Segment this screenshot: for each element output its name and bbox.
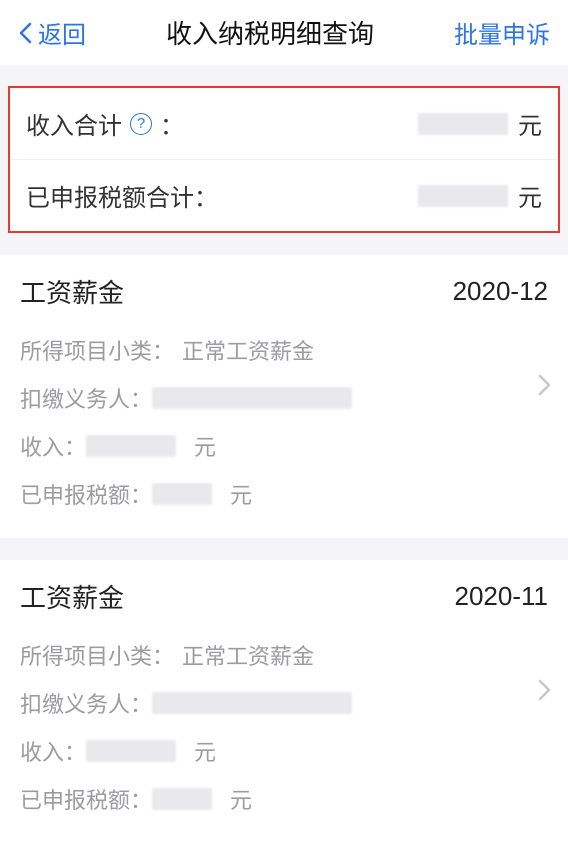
record-card[interactable]: 工资薪金 2020-11 所得项目小类： 正常工资薪金 扣缴义务人： 收入： 元… [0,560,568,843]
redacted-value [152,788,212,810]
summary-declared-row: 已申报税额合计： 元 [10,159,558,231]
card-title: 工资薪金 [20,273,124,310]
subtype-label: 所得项目小类： [20,639,174,671]
declared-unit: 元 [230,783,252,815]
batch-appeal-button[interactable]: 批量申诉 [454,15,550,50]
subtype-label: 所得项目小类： [20,334,174,366]
card-date: 2020-12 [453,276,548,307]
redacted-value [152,387,352,409]
redacted-value [152,483,212,505]
agent-label: 扣缴义务人： [20,687,152,719]
card-header: 工资薪金 2020-11 [20,578,548,615]
card-subtype-row: 所得项目小类： 正常工资薪金 [20,631,548,679]
redacted-value [418,113,508,135]
page-title: 收入纳税明细查询 [166,14,374,51]
colon: ： [160,106,184,141]
card-agent-row: 扣缴义务人： [20,374,548,422]
header-bar: 返回 收入纳税明细查询 批量申诉 [0,0,568,66]
income-unit: 元 [194,735,216,767]
card-declared-row: 已申报税额： 元 [20,775,548,823]
help-icon[interactable]: ? [130,113,152,135]
redacted-value [86,435,176,457]
card-agent-row: 扣缴义务人： [20,679,548,727]
card-income-row: 收入： 元 [20,422,548,470]
income-label: 收入： [20,430,86,462]
declared-label: 已申报税额： [20,478,152,510]
subtype-value: 正常工资薪金 [182,639,314,671]
back-button[interactable]: 返回 [18,15,86,50]
summary-declared-label: 已申报税额合计： [26,178,218,213]
chevron-right-icon [538,678,552,702]
agent-label: 扣缴义务人： [20,382,152,414]
card-header: 工资薪金 2020-12 [20,273,548,310]
unit-label: 元 [518,106,542,141]
card-date: 2020-11 [455,581,549,612]
back-label: 返回 [38,15,86,50]
card-title: 工资薪金 [20,578,124,615]
income-unit: 元 [194,430,216,462]
summary-panel: 收入合计 ? ： 元 已申报税额合计： 元 [8,86,560,233]
declared-unit: 元 [230,478,252,510]
card-declared-row: 已申报税额： 元 [20,470,548,518]
income-label: 收入： [20,735,86,767]
chevron-left-icon [18,22,32,44]
summary-income-row: 收入合计 ? ： 元 [10,88,558,159]
chevron-right-icon [538,373,552,397]
redacted-value [418,185,508,207]
subtype-value: 正常工资薪金 [182,334,314,366]
record-card[interactable]: 工资薪金 2020-12 所得项目小类： 正常工资薪金 扣缴义务人： 收入： 元… [0,255,568,538]
redacted-value [152,692,352,714]
card-income-row: 收入： 元 [20,727,548,775]
declared-label: 已申报税额： [20,783,152,815]
summary-income-label: 收入合计 [26,106,122,141]
unit-label: 元 [518,178,542,213]
card-subtype-row: 所得项目小类： 正常工资薪金 [20,326,548,374]
redacted-value [86,740,176,762]
